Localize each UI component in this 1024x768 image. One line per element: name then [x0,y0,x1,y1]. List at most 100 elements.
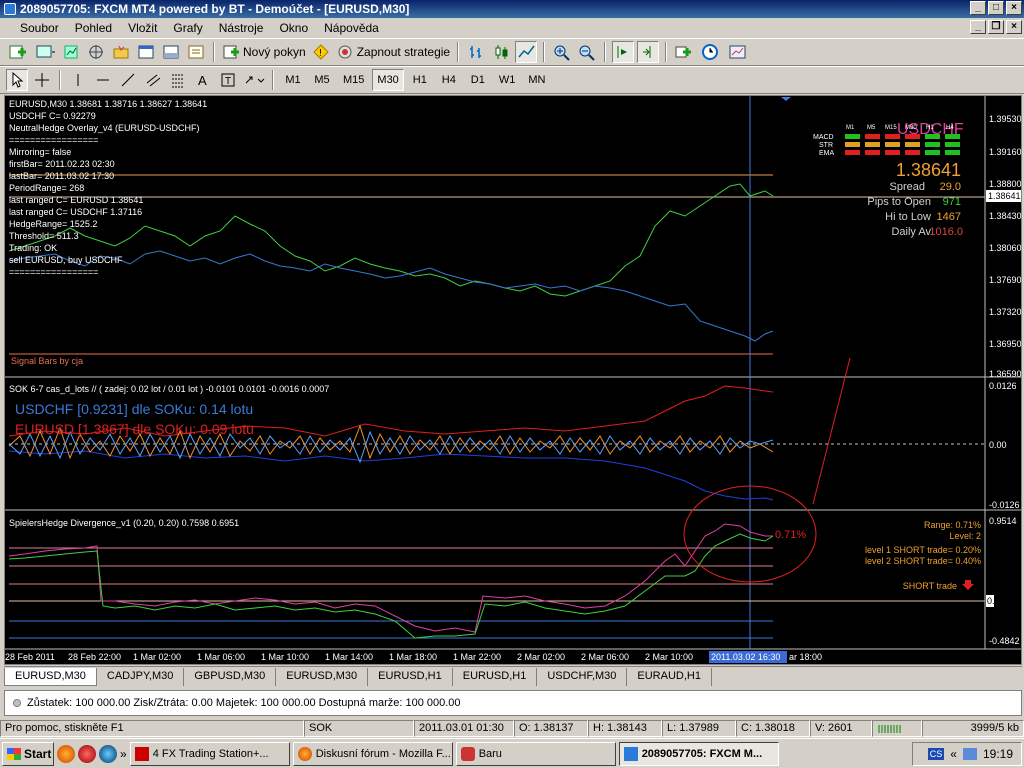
info-line: last ranged C= EURUSD 1.38641 [9,195,143,205]
zoom-out-icon[interactable] [576,41,598,63]
time-tick: 28 Feb 2011 [5,652,55,662]
chart-tab[interactable]: EURUSD,M30 [276,668,369,686]
menu-soubor[interactable]: Soubor [0,21,67,35]
chart-canvas[interactable]: EURUSD,M30 1.38681 1.38716 1.38627 1.386… [5,96,1022,664]
mdi-restore-button[interactable]: ❐ [988,20,1004,34]
new-order-label: Nový pokyn [243,45,306,59]
market-watch-icon[interactable] [60,41,82,63]
task-mt4[interactable]: 2089057705: FXCM M... [618,741,779,766]
text-label-icon[interactable]: T [217,69,239,91]
candlestick-icon[interactable] [490,41,512,63]
chart-tab[interactable]: USDCHF,M30 [537,668,628,686]
signal-bars-label: Signal Bars by cja [11,356,83,366]
chart-tab[interactable]: EURUSD,M30 [4,668,97,686]
network-icon[interactable] [962,748,977,760]
expert-advisors-button[interactable]: Zapnout strategie [335,41,451,63]
fibonacci-icon[interactable] [167,69,189,91]
zoom-in-icon[interactable] [551,41,573,63]
chart-tab[interactable]: CADJPY,M30 [97,668,185,686]
menu-grafy[interactable]: Grafy [165,21,210,35]
task-firefox[interactable]: Diskusní fórum - Mozilla F... [292,741,453,766]
div-scale-tick: 0.9514 [989,516,1017,526]
opera-icon[interactable] [78,744,96,763]
info-line: Threshold= 511.3 [9,231,79,241]
app-window: 2089057705: FXCM MT4 powered by BT - Dem… [0,0,1024,768]
task-baru[interactable]: Baru [455,741,616,766]
terminal-balance-row[interactable]: Zůstatek: 100 000.00 Zisk/Ztráta: 0.00 M… [4,690,1022,716]
sok-scale-tick: -0.0126 [989,500,1020,510]
terminal-toggle-icon[interactable] [160,41,182,63]
mdi-minimize-button[interactable]: _ [970,20,986,34]
new-order-button[interactable]: Nový pokyn [221,41,307,63]
timeframe-m15[interactable]: M15 [338,69,369,91]
balance-text: Zůstatek: 100 000.00 Zisk/Ztráta: 0.00 M… [27,697,461,709]
vertical-line-icon[interactable] [67,69,89,91]
menu-vlozit[interactable]: Vložit [120,21,165,35]
trendline-icon[interactable] [117,69,139,91]
mt4-icon [623,746,638,761]
folder-star-icon[interactable] [110,41,132,63]
cursor-icon[interactable] [6,69,28,91]
horizontal-line-icon[interactable] [92,69,114,91]
minimize-button[interactable]: _ [970,1,986,15]
metaeditor-icon[interactable]: ! [310,41,332,63]
status-low: L: 1.37989 [662,720,736,737]
periods-icon[interactable] [700,41,724,63]
maximize-button[interactable]: □ [988,1,1004,15]
menu-pohled[interactable]: Pohled [67,21,120,35]
firefox-icon[interactable] [57,744,75,763]
spread-label: Spread [890,181,925,193]
chart-tab[interactable]: GBPUSD,M30 [184,668,277,686]
task-fx-trading[interactable]: 4 FX Trading Station+... [129,741,290,766]
timeframe-m5[interactable]: M5 [309,69,335,91]
time-tick: 1 Mar 18:00 [389,652,437,662]
crosshair-nav-icon[interactable] [85,41,107,63]
div-level1: level 1 SHORT trade= 0.20% [865,545,981,555]
templates-icon[interactable] [727,41,751,63]
chart-tab[interactable]: EURUSD,H1 [453,668,538,686]
daily-label: Daily Av [891,226,931,238]
crosshair-icon[interactable] [31,69,53,91]
timeframe-m1[interactable]: M1 [280,69,306,91]
timeframe-h4[interactable]: H4 [436,69,462,91]
line-chart-icon[interactable] [515,41,538,63]
mdi-close-button[interactable]: × [1006,20,1022,34]
profiles-button[interactable] [33,41,57,63]
language-indicator[interactable]: CS [927,748,945,760]
menu-nastroje[interactable]: Nástroje [211,21,272,35]
timeframe-w1[interactable]: W1 [494,69,521,91]
time-tick: ar 18:00 [789,652,822,662]
timeframe-d1[interactable]: D1 [465,69,491,91]
autoscroll-icon[interactable] [612,41,635,63]
timeframe-m30[interactable]: M30 [372,69,404,91]
tray-chevron-icon[interactable]: « [950,747,957,761]
div-range: Range: 0.71% [924,520,981,530]
timeframe-mn[interactable]: MN [523,69,550,91]
menu-okno[interactable]: Okno [271,21,316,35]
timeframe-h1[interactable]: H1 [407,69,433,91]
time-tick: 1 Mar 10:00 [261,652,309,662]
indicators-icon[interactable] [673,41,697,63]
chart-tab[interactable]: EURUSD,H1 [368,668,453,686]
chart-tab[interactable]: EURAUD,H1 [627,668,712,686]
status-volume: V: 2601 [810,720,872,737]
info-line: USDCHF C= 0.92279 [9,111,96,121]
ie-icon[interactable] [99,744,117,763]
menu-napoveda[interactable]: Nápověda [316,21,387,35]
new-chart-button[interactable] [6,41,30,63]
quicklaunch-chevron-icon[interactable]: » [120,747,127,761]
bar-chart-icon[interactable] [465,41,487,63]
window-icon[interactable] [135,41,157,63]
arrows-icon[interactable] [242,69,266,91]
chart-shift-icon[interactable] [637,41,660,63]
status-bar: Pro pomoc, stiskněte F1 SOK 2011.03.01 0… [0,720,1024,738]
info-line: sell EURUSD, buy USDCHF [9,255,123,265]
chart-window[interactable]: EURUSD,M30 1.38681 1.38716 1.38627 1.386… [4,95,1022,665]
close-button[interactable]: × [1006,1,1022,15]
text-icon[interactable]: A [192,69,214,91]
spread-value: 29.0 [940,181,961,193]
start-button[interactable]: Start [2,741,54,766]
tester-icon[interactable] [185,41,207,63]
matrix-col-m15: M15 [885,125,897,131]
channel-icon[interactable] [142,69,164,91]
